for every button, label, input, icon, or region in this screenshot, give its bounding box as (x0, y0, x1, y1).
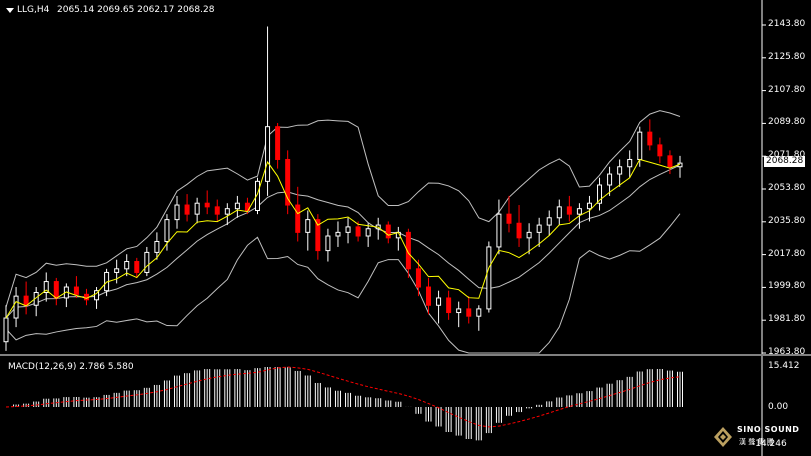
candle-body (134, 261, 140, 273)
chart-window[interactable]: LLG,H4 2065.14 2069.65 2062.17 2068.28 2… (0, 0, 811, 456)
candle-body (144, 251, 150, 273)
candle-body (657, 144, 663, 157)
candle-body (506, 213, 512, 224)
candle-body (667, 155, 673, 168)
candle-body (586, 202, 592, 210)
candle-body (556, 206, 562, 219)
candle-body (385, 224, 391, 239)
current-price-badge: 2068.28 (764, 156, 806, 167)
candle-body (154, 240, 160, 253)
candle-body (3, 317, 9, 343)
candle-body (124, 261, 130, 270)
candles (3, 26, 683, 351)
price-axis-label: 2125.80 (768, 51, 806, 62)
candle-body (627, 158, 633, 168)
candle-body (647, 131, 653, 146)
candle-body (617, 166, 623, 175)
price-axis-label: 2107.80 (768, 84, 806, 95)
price-axis-label: 1963.80 (768, 347, 806, 357)
candle-body (536, 224, 542, 233)
price-axis-label: 1999.80 (768, 281, 806, 292)
macd-axis-top: 15.412 (768, 361, 800, 371)
candle-body (295, 204, 301, 233)
candle-body (566, 206, 572, 215)
candle-body (355, 226, 361, 237)
candle-body (224, 208, 230, 215)
macd-signal-line (5, 366, 681, 428)
price-axis-label: 2143.80 (768, 19, 806, 29)
candle-body (446, 297, 452, 314)
candle-body (496, 213, 502, 248)
candle-body (73, 286, 79, 295)
candle-body (23, 295, 29, 306)
macd-indicator-label: MACD(12,26,9) 2.786 5.580 (8, 362, 134, 372)
candle-body (526, 231, 532, 239)
candle-body (184, 204, 190, 215)
candle-body (164, 219, 170, 242)
candle-body (546, 217, 552, 226)
candle-body (83, 293, 89, 301)
candle-body (114, 268, 120, 273)
price-chart[interactable] (0, 0, 811, 456)
price-axis-label: 1981.80 (768, 314, 806, 325)
candle-body (325, 235, 331, 252)
candle-body (415, 268, 421, 288)
candle-body (576, 208, 582, 215)
sino-sound-logo: SINO SOUND 漢 聲 集 團 (713, 424, 803, 452)
candle-body (194, 202, 200, 215)
candle-body (476, 308, 482, 317)
price-axis-label: 2053.80 (768, 183, 806, 193)
candle-body (365, 228, 371, 237)
candle-body (466, 308, 472, 317)
candle-body (53, 281, 59, 299)
candle-body (275, 126, 281, 160)
macd-axis-zero: 0.00 (768, 402, 789, 412)
logo-brand: SINO SOUND (737, 425, 800, 434)
candle-body (204, 202, 210, 208)
logo-subtitle: 漢 聲 集 團 (739, 438, 774, 446)
macd-signal-polyline (5, 366, 681, 428)
candle-body (456, 308, 462, 314)
candle-body (486, 246, 492, 310)
bollinger-middle (5, 164, 681, 319)
bollinger-bands (5, 110, 681, 354)
candle-body (214, 206, 220, 215)
price-axis-label: 2017.80 (768, 248, 806, 259)
moving-average (5, 158, 681, 319)
candle-body (335, 231, 341, 237)
candle-body (516, 222, 522, 239)
candle-body (174, 204, 180, 221)
candle-body (265, 126, 271, 182)
candle-body (345, 226, 351, 233)
candle-body (13, 295, 19, 319)
ma-line (5, 158, 681, 319)
candle-body (305, 219, 311, 233)
price-axis-label: 2035.80 (768, 215, 806, 226)
candle-body (234, 202, 240, 210)
candle-body (637, 131, 643, 160)
candle-body (607, 173, 613, 186)
price-ticks (762, 24, 766, 354)
candle-body (426, 286, 432, 306)
logo-mark-icon (714, 427, 732, 447)
candle-body (436, 297, 442, 306)
price-axis-label: 2089.80 (768, 117, 806, 128)
